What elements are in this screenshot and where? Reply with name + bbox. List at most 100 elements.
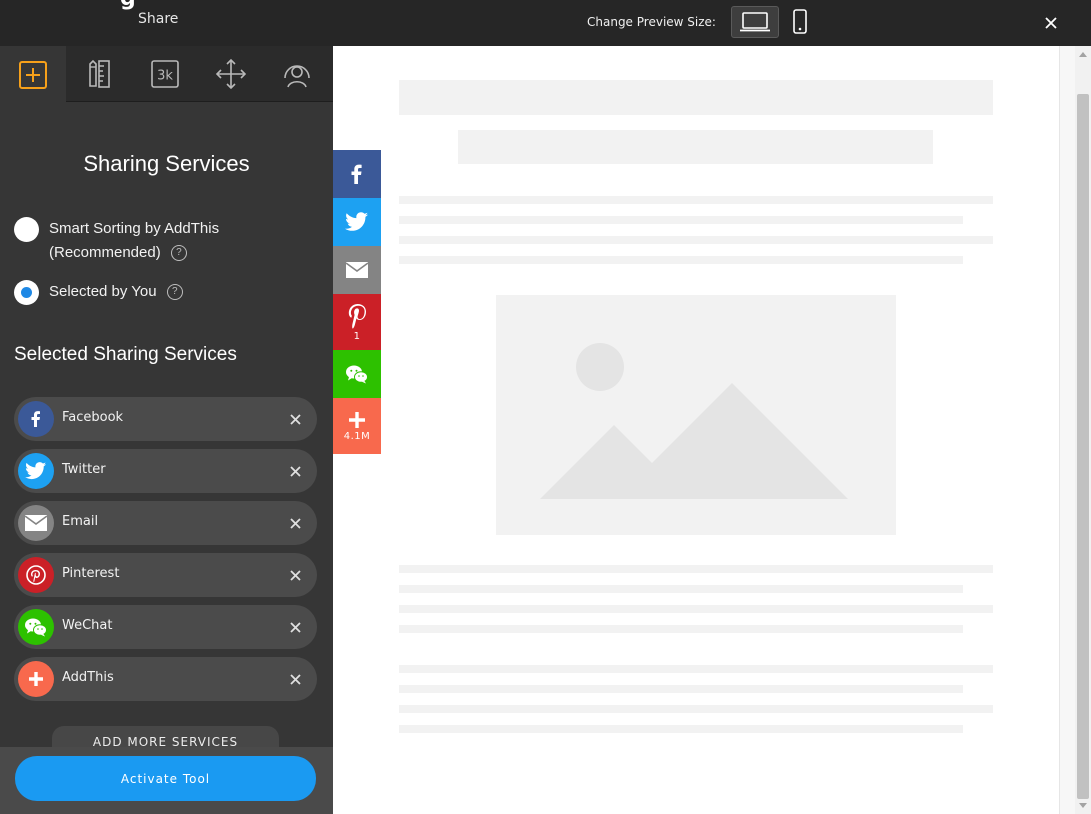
activate-footer: Activate Tool	[0, 747, 333, 814]
service-label: Twitter	[62, 462, 106, 477]
placeholder-subtitle	[458, 130, 933, 164]
tab-counts[interactable]: 3k	[132, 46, 198, 102]
service-label: WeChat	[62, 618, 113, 633]
plus-icon	[349, 411, 365, 428]
share-wechat-button[interactable]	[333, 350, 381, 398]
share-facebook-button[interactable]	[333, 150, 381, 198]
smart-sorting-radio[interactable]	[14, 217, 39, 242]
tab-position[interactable]	[198, 46, 264, 102]
smart-sorting-help-icon[interactable]: ?	[170, 245, 187, 262]
selected-services-heading: Selected Sharing Services	[14, 344, 237, 365]
placeholder-title	[399, 80, 993, 115]
tool-subtitle: Share	[138, 11, 179, 27]
smart-sorting-label-line1: Smart Sorting by AddThis	[49, 220, 220, 237]
selected-by-you-label: Selected by You ?	[49, 280, 183, 304]
scroll-thumb[interactable]	[1077, 94, 1089, 799]
pinterest-icon	[348, 303, 366, 328]
close-icon	[289, 517, 301, 529]
twitter-icon	[345, 212, 368, 231]
service-item-pinterest[interactable]: Pinterest	[14, 553, 317, 597]
close-icon	[289, 465, 301, 477]
desktop-preview-button[interactable]	[731, 6, 779, 38]
remove-facebook-button[interactable]	[286, 410, 304, 428]
top-bar: g Share Change Preview Size:	[0, 0, 1091, 46]
scroll-down-arrow-icon[interactable]	[1079, 803, 1087, 808]
service-item-wechat[interactable]: WeChat	[14, 605, 317, 649]
add-square-icon	[19, 60, 47, 89]
counter-3k-icon: 3k	[151, 60, 179, 88]
share-twitter-button[interactable]	[333, 198, 381, 246]
share-email-button[interactable]	[333, 246, 381, 294]
smart-sorting-label-line2: (Recommended)	[49, 244, 161, 261]
image-placeholder-icon	[540, 343, 848, 499]
tab-targeting[interactable]	[264, 46, 330, 102]
floating-share-bar: 1 4.1M	[333, 150, 381, 454]
wechat-icon	[18, 609, 54, 645]
selected-services-list: Facebook Twitter Email Pinterest WeChat …	[14, 397, 317, 709]
close-icon	[289, 569, 301, 581]
smart-sorting-label: Smart Sorting by AddThis (Recommended) ?	[49, 217, 219, 265]
remove-wechat-button[interactable]	[286, 618, 304, 636]
share-addthis-button[interactable]: 4.1M	[333, 398, 381, 454]
page-scrollbar[interactable]	[1075, 46, 1091, 814]
scroll-up-arrow-icon[interactable]	[1079, 52, 1087, 57]
addthis-share-count: 4.1M	[343, 430, 371, 442]
placeholder-text-line	[399, 216, 963, 224]
person-target-icon	[284, 65, 310, 88]
selected-by-you-radio[interactable]	[14, 280, 39, 305]
placeholder-text-line	[399, 565, 993, 573]
service-item-email[interactable]: Email	[14, 501, 317, 545]
placeholder-text-line	[399, 725, 963, 733]
service-item-addthis[interactable]: AddThis	[14, 657, 317, 701]
close-icon	[289, 621, 301, 633]
tab-design[interactable]	[66, 46, 132, 102]
radio-selected-dot	[21, 287, 32, 298]
twitter-icon	[18, 453, 54, 489]
option-selected-by-you[interactable]: Selected by You ?	[14, 280, 183, 305]
tab-counts-label: 3k	[157, 69, 173, 84]
email-icon	[18, 505, 54, 541]
pinterest-share-count: 1	[353, 330, 361, 342]
move-arrows-icon	[215, 58, 247, 90]
remove-pinterest-button[interactable]	[286, 566, 304, 584]
preview-area	[333, 46, 1060, 814]
app-title: g	[120, 0, 136, 11]
email-icon	[345, 262, 369, 278]
placeholder-text-line	[399, 665, 993, 673]
facebook-icon	[18, 401, 54, 437]
tab-services[interactable]	[0, 46, 66, 103]
pinterest-icon	[18, 557, 54, 593]
remove-email-button[interactable]	[286, 514, 304, 532]
close-icon	[289, 673, 301, 685]
option-smart-sorting[interactable]: Smart Sorting by AddThis (Recommended) ?	[14, 217, 219, 265]
mobile-preview-button[interactable]	[787, 6, 813, 38]
remove-twitter-button[interactable]	[286, 462, 304, 480]
service-label: AddThis	[62, 670, 114, 685]
preview-size-label: Change Preview Size:	[587, 15, 716, 29]
plus-icon	[18, 661, 54, 697]
placeholder-text-line	[399, 256, 963, 264]
placeholder-text-line	[399, 705, 993, 713]
service-item-facebook[interactable]: Facebook	[14, 397, 317, 441]
activate-tool-button[interactable]: Activate Tool	[15, 756, 316, 801]
service-label: Email	[62, 514, 99, 529]
service-label: Pinterest	[62, 566, 120, 581]
close-button[interactable]	[1040, 12, 1062, 34]
service-item-twitter[interactable]: Twitter	[14, 449, 317, 493]
facebook-icon	[351, 164, 362, 184]
selected-by-you-help-icon[interactable]: ?	[166, 284, 183, 301]
placeholder-image	[496, 295, 896, 535]
sharing-services-heading: Sharing Services	[83, 151, 250, 176]
wechat-icon	[346, 365, 368, 384]
remove-addthis-button[interactable]	[286, 670, 304, 688]
placeholder-text-line	[399, 625, 963, 633]
close-icon	[1045, 17, 1057, 29]
placeholder-text-line	[399, 585, 963, 593]
service-label: Facebook	[62, 410, 124, 425]
placeholder-text-line	[399, 196, 993, 204]
preview-scroll-track	[1059, 46, 1075, 814]
share-pinterest-button[interactable]: 1	[333, 294, 381, 350]
close-icon	[289, 413, 301, 425]
ruler-pencil-icon	[89, 59, 110, 88]
laptop-icon	[740, 12, 770, 32]
